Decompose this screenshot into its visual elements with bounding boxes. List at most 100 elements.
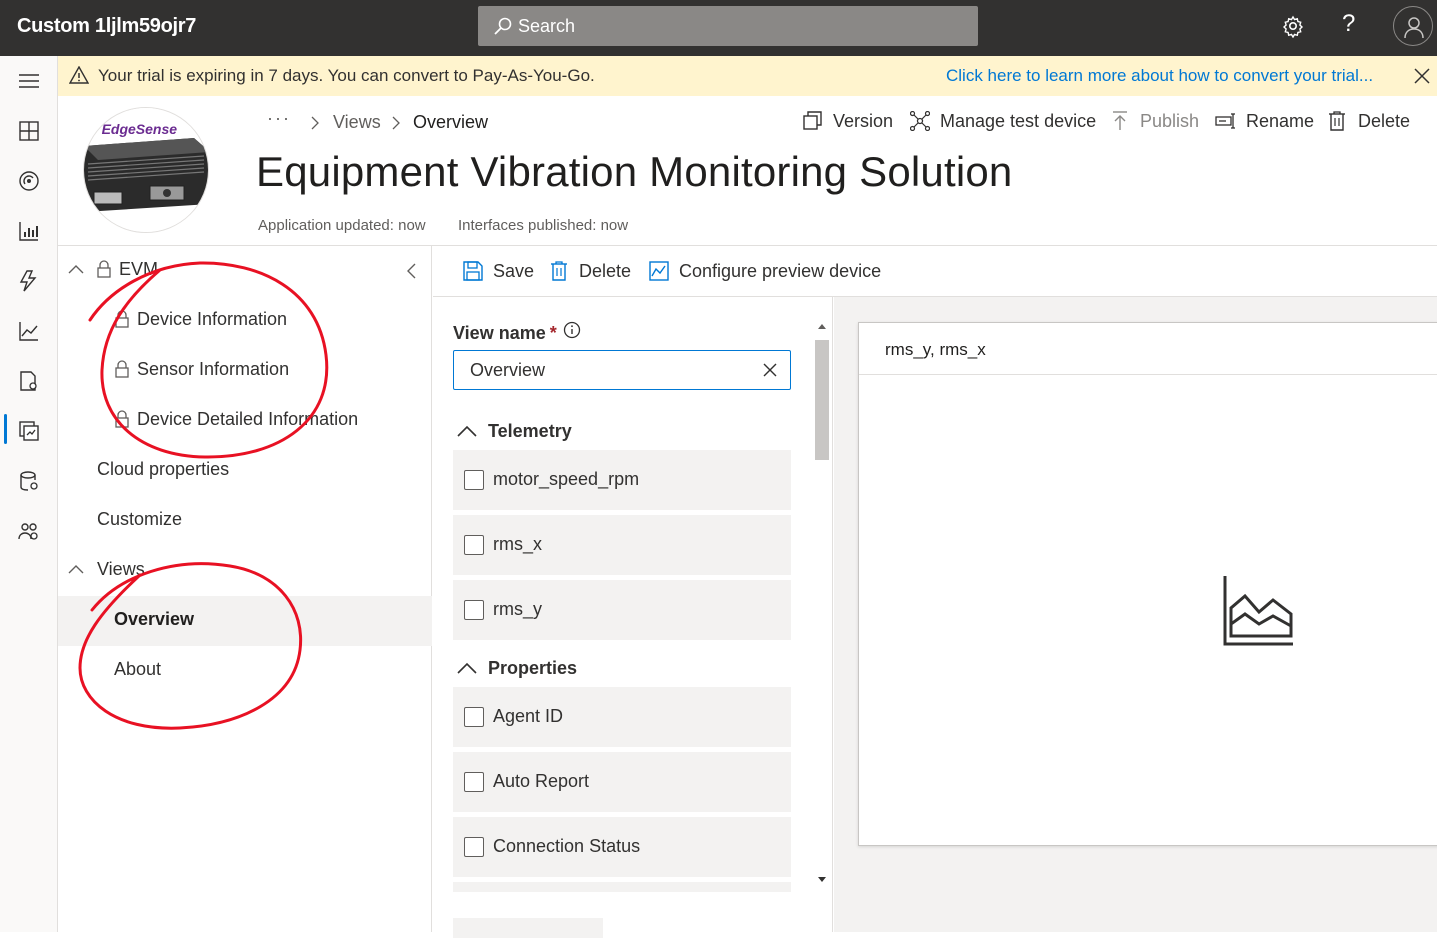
save-icon — [463, 261, 483, 281]
tree-node-cloud-properties[interactable]: Cloud properties — [58, 446, 432, 496]
tree-node-sensor-information[interactable]: Sensor Information — [58, 346, 432, 396]
property-checkbox-item-partial[interactable] — [453, 882, 791, 892]
tree-node-device-information[interactable]: Device Information — [58, 296, 432, 346]
property-checkbox-item[interactable]: Auto Report — [453, 752, 791, 812]
chevron-up-icon — [457, 425, 477, 437]
app-title[interactable]: Custom 1ljlm59ojr7 — [17, 15, 196, 38]
lock-icon — [115, 310, 129, 328]
tree-node-label: About — [114, 659, 162, 679]
scroll-up-icon[interactable] — [817, 322, 827, 330]
tree-node-views[interactable]: Views — [58, 546, 432, 596]
trash-icon — [551, 261, 567, 281]
property-checkbox-item[interactable]: Connection Status — [453, 817, 791, 877]
user-avatar[interactable] — [1393, 6, 1433, 46]
convert-trial-link[interactable]: Click here to learn more about how to co… — [946, 66, 1373, 86]
tree-node-customize[interactable]: Customize — [58, 496, 432, 546]
delete-label: Delete — [1358, 111, 1411, 131]
tree-node-label: Views — [97, 559, 145, 579]
tree-node-label: EVM — [119, 259, 159, 279]
checkbox[interactable] — [464, 535, 484, 555]
checkbox-label: rms_x — [493, 534, 542, 554]
help-icon[interactable]: ? — [1342, 10, 1355, 38]
nav-analytics[interactable] — [0, 306, 58, 356]
property-checkbox-item[interactable]: Agent ID — [453, 687, 791, 747]
add-tile-button[interactable] — [453, 918, 603, 938]
tree-node-device-detailed-information[interactable]: Device Detailed Information — [58, 396, 432, 446]
info-icon[interactable] — [563, 321, 581, 339]
page-title: Equipment Vibration Monitoring Solution — [256, 148, 1013, 195]
top-bar: Custom 1ljlm59ojr7 Search ? — [0, 0, 1437, 56]
chart-tile[interactable]: rms_y, rms_x — [858, 322, 1437, 846]
tree-node-view-overview[interactable]: Overview — [58, 596, 432, 646]
chevron-right-icon — [311, 116, 319, 130]
nav-administration[interactable] — [0, 506, 58, 556]
jobs-icon — [20, 371, 37, 391]
breadcrumb-views[interactable]: Views — [333, 112, 381, 133]
view-edit-panel: View name* Telemetry motor_speed_rpm rms… — [433, 297, 833, 938]
version-icon — [803, 111, 822, 130]
publish-icon — [1113, 111, 1127, 130]
nav-dashboard[interactable] — [0, 106, 58, 156]
tree-node-view-about[interactable]: About — [58, 646, 432, 696]
tile-divider — [859, 374, 1437, 375]
warning-icon — [69, 66, 89, 84]
close-icon[interactable] — [1414, 68, 1430, 84]
save-label: Save — [493, 261, 535, 281]
nav-rules[interactable] — [0, 256, 58, 306]
checkbox[interactable] — [464, 600, 484, 620]
nav-device-templates[interactable] — [0, 406, 58, 456]
clear-input-icon[interactable] — [763, 363, 777, 377]
checkbox[interactable] — [464, 707, 484, 727]
checkbox[interactable] — [464, 837, 484, 857]
template-tree: EVM Device Information Sensor Informatio… — [58, 246, 432, 932]
tree-node-label: Cloud properties — [97, 459, 230, 479]
logo-text: s/ EdgeSense — [86, 121, 177, 137]
breadcrumb-overflow[interactable]: ··· — [267, 108, 291, 129]
view-name-input[interactable] — [453, 350, 791, 390]
required-marker: * — [549, 323, 557, 343]
manage-test-device-label: Manage test device — [940, 111, 1097, 131]
preview-chart-icon — [649, 261, 669, 281]
checkbox[interactable] — [464, 772, 484, 792]
scrollbar-thumb[interactable] — [815, 340, 829, 460]
breadcrumb-current: Overview — [413, 112, 489, 132]
checkbox-label: rms_y — [493, 599, 542, 619]
search-box[interactable]: Search — [478, 6, 978, 46]
publish-label: Publish — [1140, 111, 1200, 131]
tree-node-label: Overview — [114, 609, 195, 629]
dashboard-canvas: rms_y, rms_x — [834, 297, 1437, 932]
checkbox[interactable] — [464, 470, 484, 490]
view-name-label: View name * — [453, 323, 557, 344]
rules-lightning-icon — [19, 270, 37, 292]
nav-jobs[interactable] — [0, 356, 58, 406]
properties-heading: Properties — [488, 658, 578, 678]
settings-gear-icon[interactable] — [1281, 14, 1305, 38]
template-image[interactable]: s/ EdgeSense — [83, 107, 209, 233]
hamburger-menu-button[interactable] — [0, 56, 58, 106]
nav-data-export[interactable] — [0, 456, 58, 506]
left-nav-rail — [0, 56, 58, 932]
nav-device-groups[interactable] — [0, 206, 58, 256]
checkbox-label: Connection Status — [493, 836, 641, 856]
delete-label: Delete — [579, 261, 632, 281]
tree-node-label: Customize — [97, 509, 183, 529]
configure-preview-label: Configure preview device — [679, 261, 882, 281]
rename-label: Rename — [1246, 111, 1315, 131]
nav-devices[interactable] — [0, 156, 58, 206]
hamburger-icon — [19, 74, 39, 88]
rename-icon — [1215, 113, 1235, 129]
devices-icon — [19, 171, 39, 191]
view-name-label-text: View name — [453, 323, 546, 343]
chevron-up-icon — [68, 565, 84, 574]
scroll-down-icon[interactable] — [817, 876, 827, 884]
device-photo-icon: s/ EdgeSense — [84, 108, 208, 232]
checkbox-label: motor_speed_rpm — [493, 469, 640, 489]
telemetry-checkbox-item[interactable]: rms_y — [453, 580, 791, 640]
tree-node-evm[interactable]: EVM — [58, 246, 432, 296]
interfaces-published-status: Interfaces published: now — [458, 217, 629, 234]
telemetry-checkbox-item[interactable]: rms_x — [453, 515, 791, 575]
panel-scrollbar[interactable] — [813, 318, 831, 892]
area-chart-icon — [1223, 576, 1293, 646]
telemetry-checkbox-item[interactable]: motor_speed_rpm — [453, 450, 791, 510]
telemetry-heading: Telemetry — [488, 421, 572, 441]
